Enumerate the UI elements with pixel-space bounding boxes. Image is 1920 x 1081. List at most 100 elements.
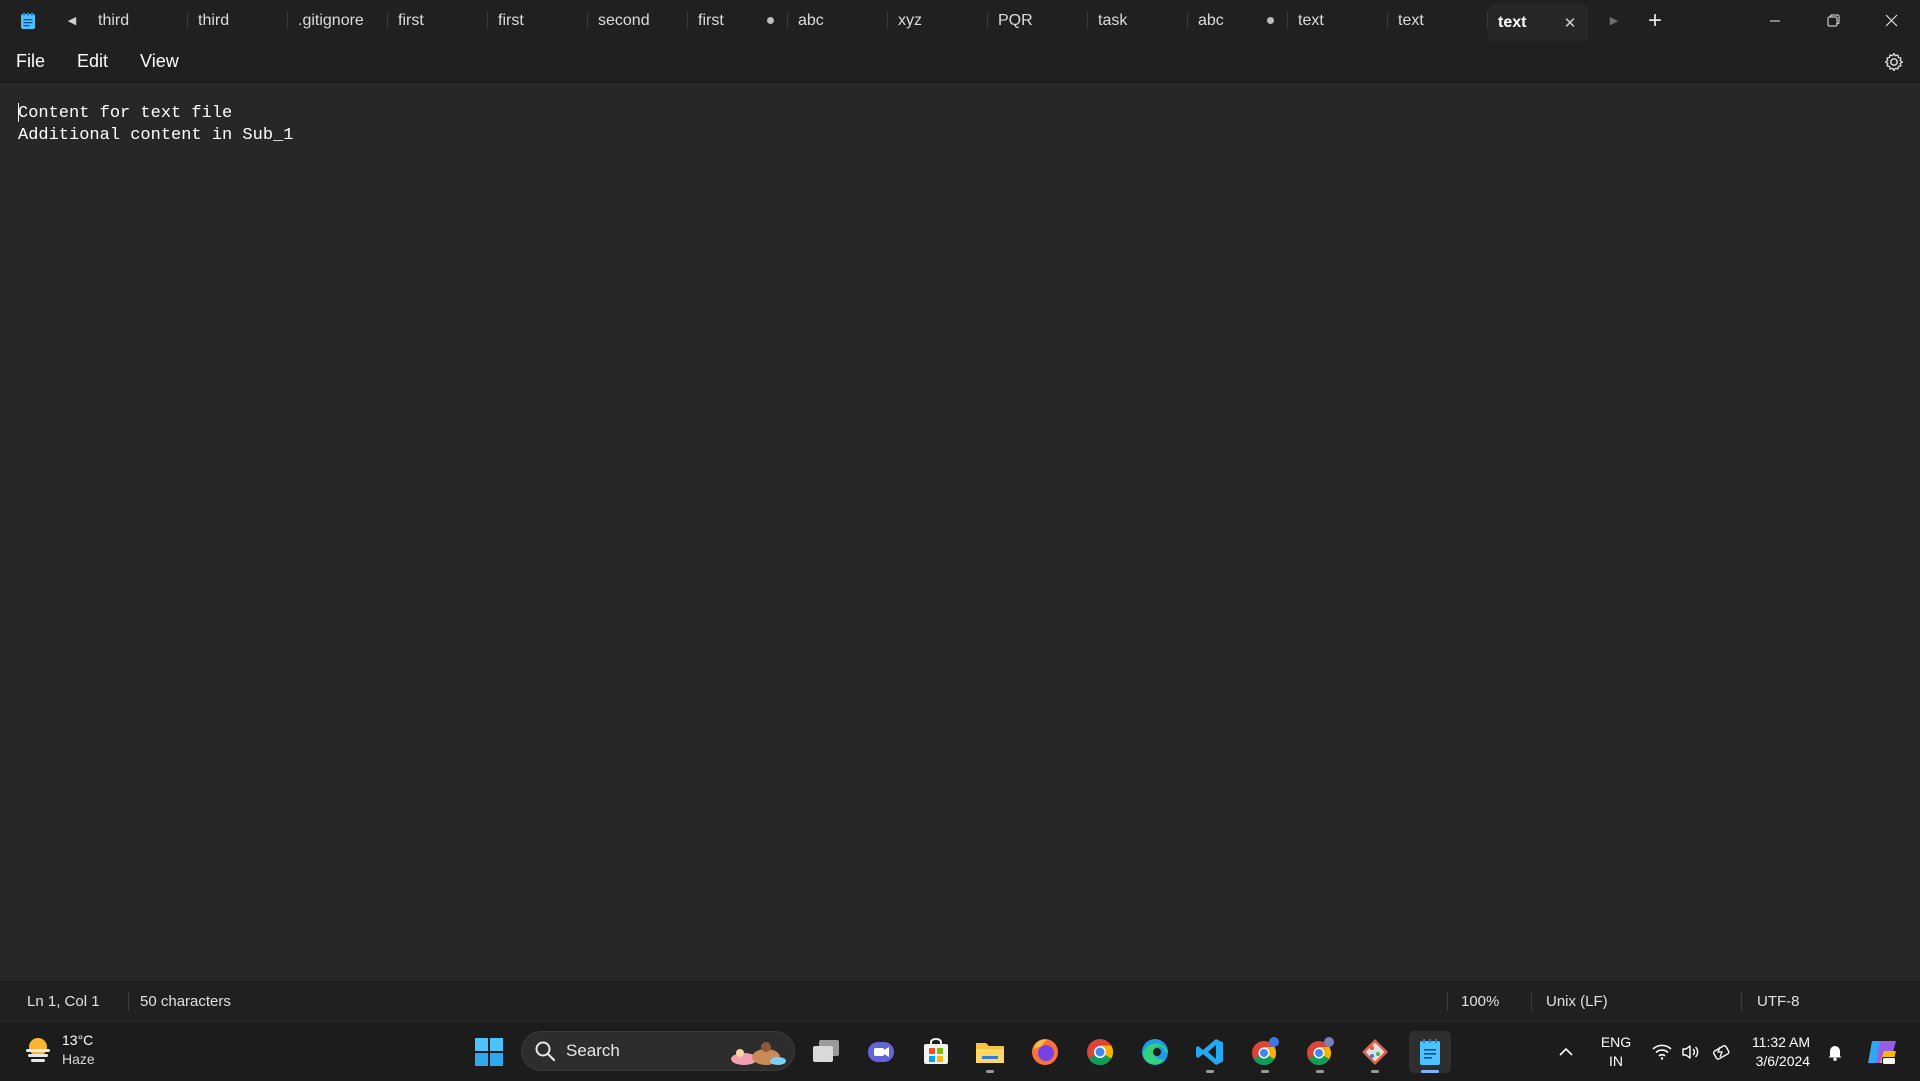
tab-label: third <box>198 11 230 29</box>
tab[interactable]: abc <box>1188 0 1288 41</box>
tab[interactable]: PQR <box>988 0 1088 41</box>
editor-line: Content for text file <box>18 104 233 123</box>
tab[interactable]: task <box>1088 0 1188 41</box>
taskbar-firefox[interactable] <box>1024 1031 1066 1073</box>
chrome-icon <box>1087 1039 1114 1066</box>
bell-icon <box>1828 1045 1842 1061</box>
tab-label: text <box>1398 11 1424 29</box>
language-indicator[interactable]: ENG IN <box>1592 1022 1640 1081</box>
encoding[interactable]: UTF-8 <box>1757 981 1800 1021</box>
tab[interactable]: second <box>588 0 688 41</box>
menu-view[interactable]: View <box>124 41 195 82</box>
language-region: IN <box>1609 1052 1623 1069</box>
text-editor[interactable]: Content for text file Additional content … <box>0 83 1920 981</box>
scroll-tabs-right-button[interactable]: ▶ <box>1598 0 1630 41</box>
chrome-profile-icon <box>1307 1037 1334 1066</box>
wifi-icon <box>1652 1044 1672 1060</box>
taskbar-chrome-profile-2[interactable] <box>1299 1031 1341 1073</box>
tab-label: first <box>498 11 524 29</box>
menu-bar: File Edit View <box>0 41 1920 83</box>
vscode-icon <box>1196 1039 1223 1065</box>
taskbar-chrome[interactable] <box>1079 1031 1121 1073</box>
tab-label: .gitignore <box>298 11 364 29</box>
running-indicator <box>1206 1070 1214 1073</box>
menu-edit[interactable]: Edit <box>61 41 124 82</box>
minimize-button[interactable] <box>1746 0 1804 41</box>
notifications-button[interactable] <box>1822 1022 1848 1081</box>
menu-file[interactable]: File <box>0 41 61 82</box>
gear-icon <box>1884 52 1904 72</box>
tab-label: abc <box>1198 11 1224 29</box>
tab-active[interactable]: text ✕ <box>1488 4 1588 41</box>
running-indicator <box>1371 1070 1379 1073</box>
tab-label: second <box>598 11 650 29</box>
tab-label: abc <box>798 11 824 29</box>
tab-label: first <box>698 11 724 29</box>
speaker-icon <box>1682 1044 1699 1059</box>
line-ending[interactable]: Unix (LF) <box>1546 981 1608 1021</box>
tab[interactable]: xyz <box>888 0 988 41</box>
tab[interactable]: first <box>688 0 788 41</box>
volume-status[interactable] <box>1678 1022 1704 1081</box>
show-hidden-icons-button[interactable] <box>1550 1022 1582 1081</box>
tab[interactable]: .gitignore <box>288 0 388 41</box>
firefox-icon <box>1032 1039 1058 1065</box>
text-caret <box>18 103 19 122</box>
zoom-level[interactable]: 100% <box>1461 981 1499 1021</box>
store-icon <box>924 1038 948 1064</box>
running-indicator <box>986 1070 994 1073</box>
tab[interactable]: third <box>88 0 188 41</box>
close-tab-icon[interactable]: ✕ <box>1562 14 1578 32</box>
windows-start-icon <box>475 1038 503 1066</box>
tab[interactable]: first <box>388 0 488 41</box>
tab[interactable]: third <box>188 0 288 41</box>
battery-status[interactable] <box>1708 1022 1734 1081</box>
status-divider <box>128 992 129 1011</box>
tab-label: first <box>398 11 424 29</box>
chrome-profile-icon <box>1252 1037 1279 1066</box>
weather-widget[interactable]: 13°C Haze <box>22 1031 95 1069</box>
taskbar-store[interactable] <box>915 1031 957 1073</box>
copilot-button[interactable] <box>1862 1022 1902 1081</box>
close-window-button[interactable] <box>1862 0 1920 41</box>
taskbar-task-view[interactable] <box>805 1031 847 1073</box>
cursor-position[interactable]: Ln 1, Col 1 <box>27 981 100 1021</box>
new-tab-button[interactable]: + <box>1630 0 1680 41</box>
editor-line: Additional content in Sub_1 <box>18 126 294 145</box>
wifi-status[interactable] <box>1648 1022 1676 1081</box>
notepad-app-icon <box>0 0 56 41</box>
running-indicator <box>1421 1070 1439 1073</box>
notepad-icon <box>1420 1039 1440 1065</box>
tab-label: text <box>1498 13 1527 31</box>
taskbar-search-box[interactable]: Search <box>521 1031 795 1071</box>
weather-temperature: 13°C <box>62 1032 94 1048</box>
taskbar-git[interactable] <box>1354 1031 1396 1073</box>
chevron-up-icon <box>1559 1047 1573 1056</box>
taskbar-chrome-profile-1[interactable] <box>1244 1031 1286 1073</box>
restore-icon <box>1827 14 1839 27</box>
clock[interactable]: 11:32 AM 3/6/2024 <box>1744 1022 1818 1081</box>
taskbar-notepad[interactable] <box>1409 1031 1451 1073</box>
status-divider <box>1741 992 1742 1011</box>
title-bar: ◀ third third .gitignore first first sec… <box>0 0 1920 41</box>
search-icon <box>535 1041 556 1062</box>
tab[interactable]: first <box>488 0 588 41</box>
battery-charging-icon <box>1712 1044 1730 1060</box>
tab[interactable]: abc <box>788 0 888 41</box>
start-button[interactable] <box>468 1031 510 1073</box>
tab-label: text <box>1298 11 1324 29</box>
taskbar-vscode[interactable] <box>1189 1031 1231 1073</box>
taskbar-file-explorer[interactable] <box>969 1031 1011 1073</box>
taskbar-edge[interactable] <box>1134 1031 1176 1073</box>
tab-label: task <box>1098 11 1128 29</box>
scroll-tabs-left-button[interactable]: ◀ <box>56 0 88 41</box>
running-indicator <box>1261 1070 1269 1073</box>
restore-button[interactable] <box>1804 0 1862 41</box>
settings-button[interactable] <box>1882 50 1906 74</box>
tab[interactable]: text <box>1388 0 1488 41</box>
tab-label: xyz <box>898 11 922 29</box>
tab[interactable]: text <box>1288 0 1388 41</box>
taskbar-teams[interactable] <box>860 1031 902 1073</box>
tab-label: PQR <box>998 11 1033 29</box>
unsaved-dot-icon <box>766 17 774 24</box>
